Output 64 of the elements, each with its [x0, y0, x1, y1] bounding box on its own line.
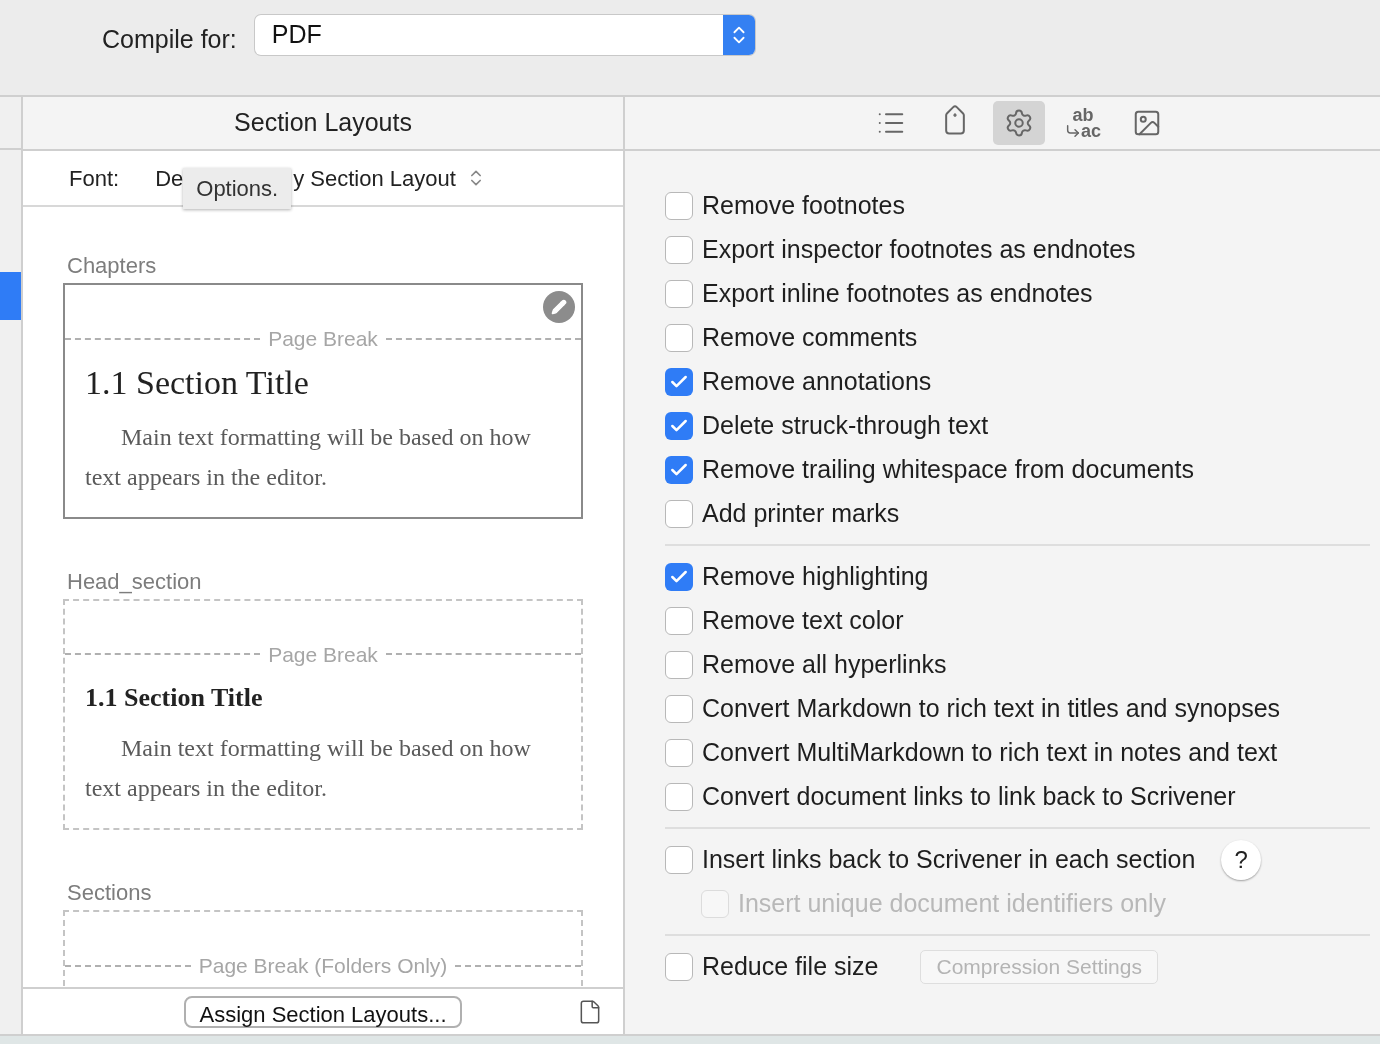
- image-icon: [1132, 108, 1162, 138]
- compile-for-label: Compile for:: [102, 24, 237, 55]
- selection-marker: [0, 272, 21, 320]
- toolbar-tab[interactable]: ab ac: [1057, 101, 1109, 145]
- replace-bottom-text: ac: [1081, 123, 1101, 139]
- checkbox[interactable]: [665, 695, 693, 723]
- layout-preview[interactable]: Page Break 1.1 Section Title Main text formatting will be based on how text appears in the editor.: [63, 598, 583, 830]
- checkbox[interactable]: [665, 412, 693, 440]
- edit-icon[interactable]: [543, 291, 575, 323]
- option-label: Remove comments: [702, 322, 918, 354]
- checkbox[interactable]: [665, 953, 693, 981]
- body-text-sample: Main text formatting will be based on how text appears in the editor.: [85, 422, 532, 492]
- checkbox[interactable]: [665, 280, 693, 308]
- replace-top-text: ab: [1071, 107, 1095, 123]
- layout-name: Head_section: [67, 568, 203, 595]
- option-label: Export inline footnotes as endnotes: [702, 278, 1093, 310]
- option-label: Remove text color: [702, 605, 904, 637]
- settings-icon: [1004, 108, 1034, 138]
- help-button[interactable]: ?: [1221, 840, 1262, 880]
- checkbox[interactable]: [665, 563, 693, 591]
- font-label: Font:: [69, 164, 120, 193]
- arrow-icon: [1065, 123, 1081, 139]
- checkbox[interactable]: [665, 236, 693, 264]
- page-break-label: Page Break: [268, 326, 378, 352]
- option-label: Remove highlighting: [702, 561, 929, 593]
- font-value-text[interactable]: De: [155, 161, 184, 195]
- tooltip: Options.: [183, 167, 292, 209]
- checkbox[interactable]: [665, 456, 693, 484]
- page-break-label: Page Break (Folders Only): [198, 953, 448, 979]
- assign-section-layouts-button[interactable]: Assign Section Layouts...: [184, 995, 462, 1028]
- option-label: Remove annotations: [702, 366, 932, 398]
- option-label: Convert document links to link back to Scrivener: [702, 781, 1236, 813]
- layout-name: Sections: [67, 880, 153, 906]
- option-label: Remove footnotes: [702, 190, 905, 222]
- compile-format-dropdown[interactable]: PDF: [254, 15, 755, 55]
- checkbox[interactable]: [665, 739, 693, 767]
- option-label: Export inspector footnotes as endnotes: [702, 234, 1136, 266]
- checkbox[interactable]: [665, 500, 693, 528]
- font-value-text[interactable]: y Section Layout: [293, 161, 456, 195]
- option-label: Delete struck-through text: [702, 410, 989, 442]
- panel-title: Section Layouts: [234, 107, 412, 139]
- section-title: 1.1 Section Title: [85, 682, 264, 714]
- layout-name: Chapters: [67, 253, 158, 279]
- toolbar-tab[interactable]: [993, 101, 1045, 145]
- checkbox[interactable]: [665, 368, 693, 396]
- dropdown-arrows-icon: [722, 15, 755, 55]
- option-label: Insert unique document identifiers only: [738, 888, 1167, 920]
- checkbox[interactable]: [665, 783, 693, 811]
- option-label: Remove trailing whitespace from documents: [702, 454, 1194, 486]
- option-label: Add printer marks: [702, 498, 900, 530]
- checkbox[interactable]: [665, 192, 693, 220]
- checkbox[interactable]: [665, 651, 693, 679]
- option-label: Remove all hyperlinks: [702, 649, 947, 681]
- checkbox[interactable]: [665, 324, 693, 352]
- option-label: Convert MultiMarkdown to rich text in notes and text: [702, 737, 1278, 769]
- option-label: Insert links back to Scrivener in each section: [702, 844, 1196, 876]
- page-break-label: Page Break: [268, 641, 378, 668]
- option-label: Convert Markdown to rich text in titles and synopses: [702, 693, 1281, 725]
- body-text-sample: Main text formatting will be based on how text appears in the editor.: [85, 734, 532, 803]
- section-title: 1.1 Section Title: [85, 362, 310, 403]
- layout-preview[interactable]: Page Break 1.1 Section Title Main text formatting will be based on how text appears in the editor.: [63, 283, 583, 519]
- option-label: Reduce file size: [702, 951, 879, 983]
- checkbox[interactable]: [665, 846, 693, 874]
- checkbox[interactable]: [665, 607, 693, 635]
